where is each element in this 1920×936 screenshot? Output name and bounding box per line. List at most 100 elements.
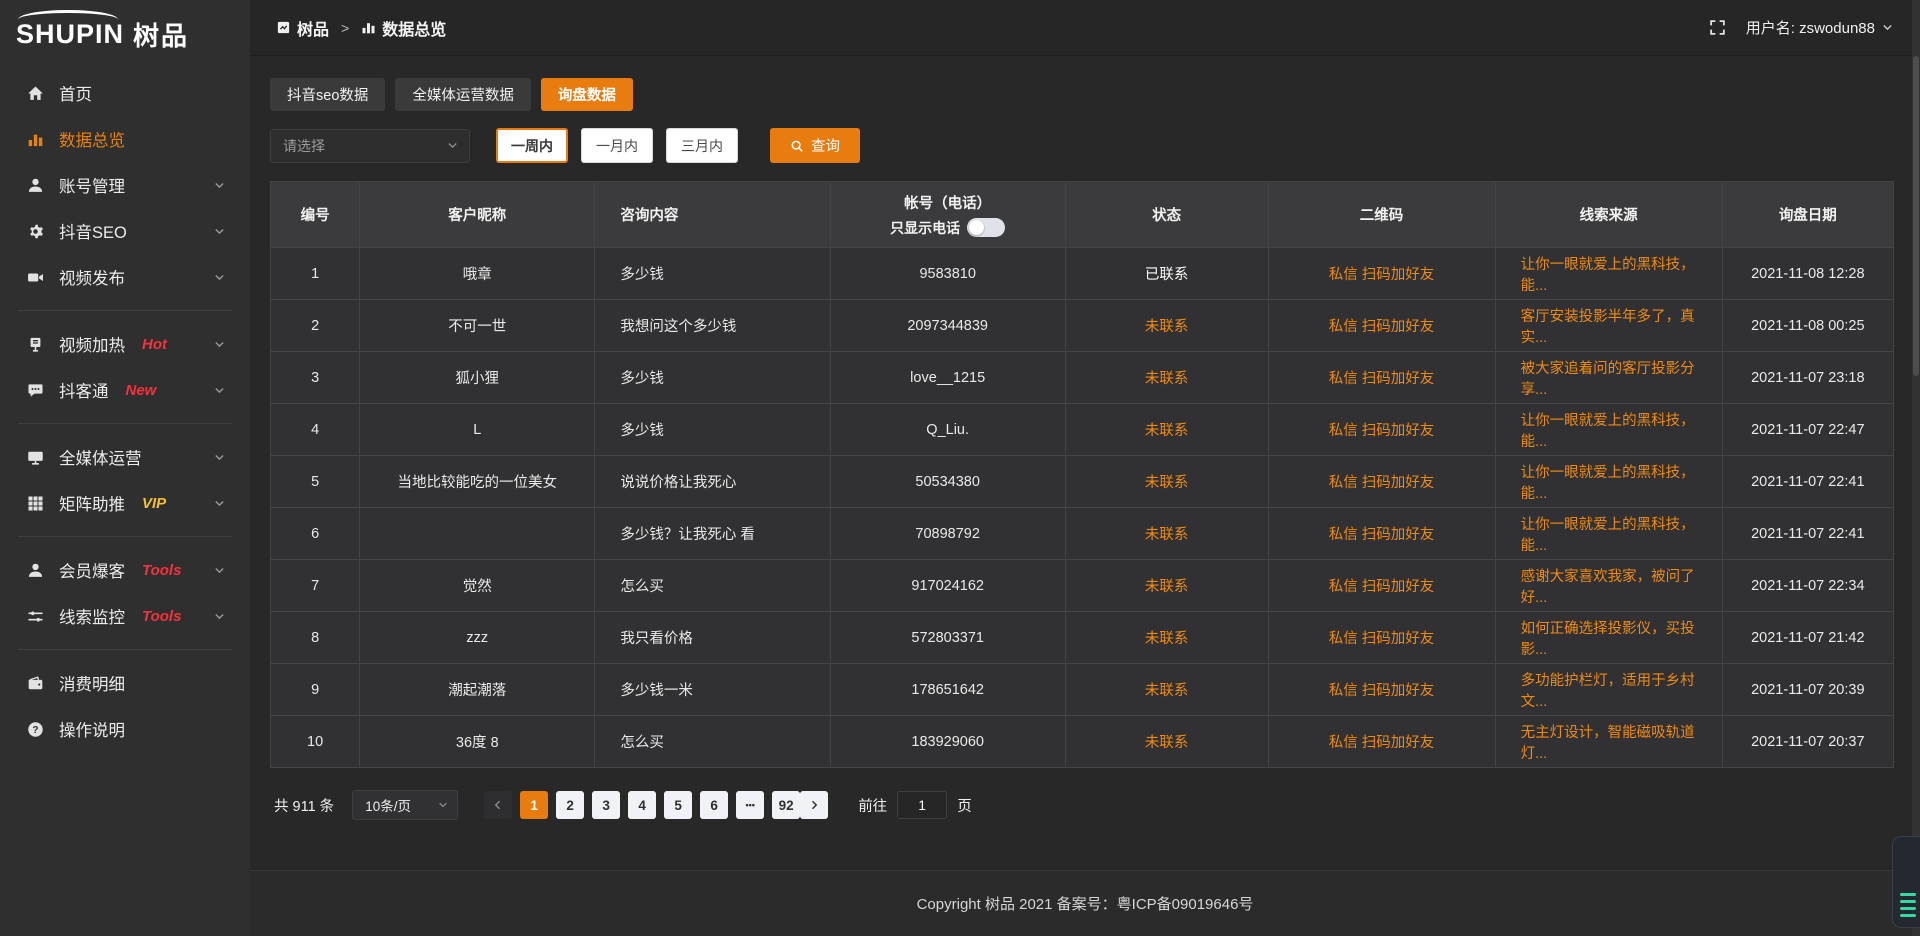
qrcode-link[interactable]: 私信 扫码加好友: [1329, 627, 1435, 648]
qrcode-link[interactable]: 私信 扫码加好友: [1329, 575, 1435, 596]
sidebar-item-consume-detail[interactable]: 消费明细: [0, 660, 250, 706]
col-header-date: 询盘日期: [1723, 182, 1893, 248]
cell-content: 我只看价格: [595, 612, 830, 664]
sidebar-item-home[interactable]: 首页: [0, 70, 250, 116]
cell-qrcode: 私信 扫码加好友: [1269, 456, 1496, 508]
sidebar-item-video-heat[interactable]: 视频加热Hot: [0, 321, 250, 367]
sidebar-item-member-baoke[interactable]: 会员爆客 Tools: [0, 547, 250, 593]
jump-page-input[interactable]: [897, 791, 947, 819]
range-button-one-week[interactable]: 一周内: [496, 128, 568, 163]
vertical-scrollbar[interactable]: [1912, 0, 1920, 936]
page-button-5[interactable]: 5: [664, 791, 692, 819]
query-button[interactable]: 查询: [770, 128, 860, 163]
tab-douyin-seo-data[interactable]: 抖音seo数据: [270, 78, 385, 111]
account-header-label: 帐号（电话）: [904, 192, 991, 213]
sidebar-item-account-management[interactable]: 账号管理: [0, 162, 250, 208]
status-badge: 未联系: [1145, 315, 1189, 336]
svg-text:?: ?: [32, 724, 38, 735]
page-button-92[interactable]: 92: [772, 791, 800, 819]
breadcrumb-item[interactable]: 树品: [276, 16, 329, 40]
qrcode-link[interactable]: 私信 扫码加好友: [1329, 731, 1435, 752]
page-button-3[interactable]: 3: [592, 791, 620, 819]
source-link[interactable]: 让你一眼就爱上的黑科技，能...: [1521, 409, 1712, 451]
page-button-2[interactable]: 2: [556, 791, 584, 819]
page-ellipsis[interactable]: •••: [736, 791, 764, 819]
sidebar-item-douketong[interactable]: 抖客通New: [0, 367, 250, 413]
range-button-one-month[interactable]: 一月内: [581, 128, 653, 163]
source-link[interactable]: 让你一眼就爱上的黑科技，能...: [1521, 461, 1712, 503]
cell-id: 1: [271, 248, 360, 300]
chevron-down-icon: [437, 799, 449, 811]
col-header-qrcode: 二维码: [1269, 182, 1496, 248]
cell-content: 我想问这个多少钱: [595, 300, 830, 352]
badge-tools: Tools: [142, 562, 181, 579]
col-header-account: 帐号（电话） 只显示电话: [831, 182, 1066, 248]
sidebar-item-label: 会员爆客: [59, 558, 125, 582]
page-button-6[interactable]: 6: [700, 791, 728, 819]
account-select[interactable]: 请选择: [270, 129, 470, 163]
source-link[interactable]: 让你一眼就爱上的黑科技，能...: [1521, 253, 1712, 295]
page-button-1[interactable]: 1: [520, 791, 548, 819]
support-widget-icon[interactable]: [1892, 836, 1920, 928]
sidebar-item-operation-guide[interactable]: ?操作说明: [0, 706, 250, 752]
source-link[interactable]: 让你一眼就爱上的黑科技，能...: [1521, 513, 1712, 555]
tab-media-operation-data[interactable]: 全媒体运营数据: [395, 78, 531, 111]
page-size-select[interactable]: 10条/页: [352, 790, 458, 820]
breadcrumb-item[interactable]: 数据总览: [361, 16, 446, 40]
phone-only-toggle[interactable]: [967, 218, 1005, 237]
qrcode-link[interactable]: 私信 扫码加好友: [1329, 523, 1435, 544]
table-header-row: 编号 客户昵称 咨询内容 帐号（电话） 只显示电话 状态 二维码 线索来源 询盘…: [271, 182, 1893, 248]
source-link[interactable]: 被大家追着问的客厅投影分享...: [1521, 357, 1712, 399]
cell-content: 怎么买: [595, 560, 830, 612]
cell-content: 说说价格让我死心: [595, 456, 830, 508]
source-link[interactable]: 多功能护栏灯，适用于乡村文...: [1521, 669, 1712, 711]
table-row: 2不可一世我想问这个多少钱2097344839未联系私信 扫码加好友客厅安装投影…: [271, 300, 1893, 352]
chevron-down-icon: [213, 225, 226, 238]
page-button-4[interactable]: 4: [628, 791, 656, 819]
sidebar-item-douyin-seo[interactable]: 抖音SEO: [0, 208, 250, 254]
qrcode-link[interactable]: 私信 扫码加好友: [1329, 315, 1435, 336]
cell-nickname: zzz: [360, 612, 595, 664]
cell-status: 未联系: [1066, 716, 1269, 768]
page-buttons: 123456 ••• 92: [512, 791, 800, 819]
badge-tools: Tools: [142, 608, 181, 625]
sidebar-item-video-publish[interactable]: 视频发布: [0, 254, 250, 300]
tab-inquiry-data[interactable]: 询盘数据: [541, 78, 633, 111]
col-header-content: 咨询内容: [595, 182, 830, 248]
bar-chart-icon: [361, 20, 376, 35]
user-menu[interactable]: 用户名: zswodun88: [1746, 17, 1894, 38]
status-badge: 未联系: [1145, 419, 1189, 440]
cell-date: 2021-11-07 23:18: [1723, 352, 1893, 404]
qrcode-link[interactable]: 私信 扫码加好友: [1329, 367, 1435, 388]
source-link[interactable]: 感谢大家喜欢我家，被问了好...: [1521, 565, 1712, 607]
source-link[interactable]: 客厅安装投影半年多了，真实...: [1521, 305, 1712, 347]
qrcode-link[interactable]: 私信 扫码加好友: [1329, 419, 1435, 440]
sidebar-item-media-operation[interactable]: 全媒体运营: [0, 434, 250, 480]
next-page-button[interactable]: [800, 791, 828, 819]
table-row: 1哦章多少钱9583810已联系私信 扫码加好友让你一眼就爱上的黑科技，能...…: [271, 248, 1893, 300]
cell-status: 未联系: [1066, 352, 1269, 404]
qrcode-link[interactable]: 私信 扫码加好友: [1329, 471, 1435, 492]
chevron-down-icon: [213, 610, 226, 623]
sidebar-item-data-overview[interactable]: 数据总览: [0, 116, 250, 162]
prev-page-button[interactable]: [484, 791, 512, 819]
sidebar-item-matrix-boost[interactable]: 矩阵助推VIP: [0, 480, 250, 526]
range-button-three-months[interactable]: 三月内: [666, 128, 738, 163]
qrcode-link[interactable]: 私信 扫码加好友: [1329, 263, 1435, 284]
sidebar-divider: [18, 536, 232, 537]
source-link[interactable]: 无主灯设计，智能磁吸轨道灯...: [1521, 721, 1712, 763]
col-header-source: 线索来源: [1496, 182, 1723, 248]
cell-account: 50534380: [831, 456, 1066, 508]
heater-icon: [27, 336, 44, 353]
qrcode-link[interactable]: 私信 扫码加好友: [1329, 679, 1435, 700]
fullscreen-icon[interactable]: [1709, 19, 1726, 36]
home-icon: [27, 85, 44, 102]
chevron-down-icon: [213, 451, 226, 464]
sidebar-item-clue-monitor[interactable]: 线索监控Tools: [0, 593, 250, 639]
app-logo[interactable]: SHUPIN 树品: [0, 8, 250, 60]
source-link[interactable]: 如何正确选择投影仪，买投影...: [1521, 617, 1712, 659]
scrollbar-thumb[interactable]: [1913, 56, 1919, 376]
app-icon: [276, 20, 291, 35]
sidebar-item-label: 视频加热: [59, 332, 125, 356]
sidebar-item-label: 全媒体运营: [59, 445, 142, 469]
